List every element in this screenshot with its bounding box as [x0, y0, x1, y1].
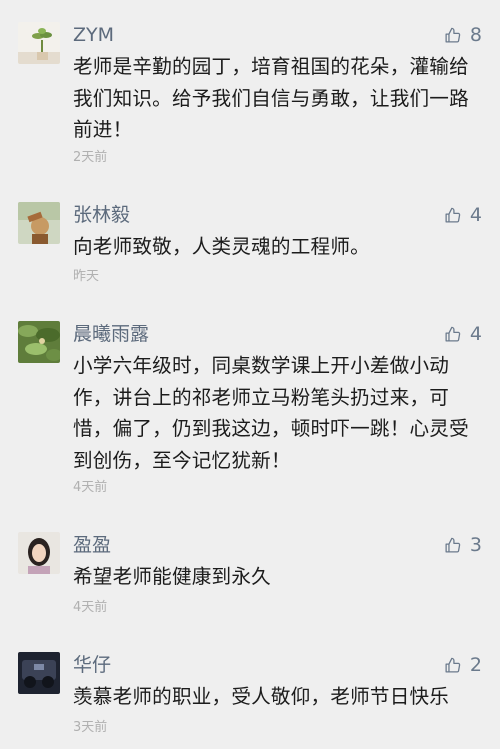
like-button[interactable]: 2	[444, 652, 482, 678]
like-count: 4	[469, 204, 482, 226]
thumbs-up-icon	[445, 537, 461, 553]
comment-text: 老师是辛勤的园丁，培育祖国的花朵，灌输给我们知识。给予我们自信与勇敢，让我们一路…	[73, 55, 469, 141]
avatar[interactable]	[18, 652, 60, 694]
comment-author[interactable]: 盈盈	[73, 532, 111, 558]
avatar[interactable]	[18, 22, 60, 64]
like-button[interactable]: 8	[444, 22, 482, 48]
like-button[interactable]: 4	[444, 321, 482, 347]
comment-text: 小学六年级时，同桌数学课上开小差做小动作，讲台上的祁老师立马粉笔头扔过来，可惜，…	[73, 354, 469, 472]
comment-time: 3天前	[73, 720, 108, 735]
comment-time: 2天前	[73, 150, 108, 165]
comment-text: 向老师致敬，人类灵魂的工程师。	[73, 235, 370, 258]
thumbs-up-icon	[445, 326, 461, 342]
comment-time: 4天前	[73, 480, 108, 495]
thumbs-up-icon	[445, 27, 461, 43]
comment-time: 昨天	[73, 269, 100, 284]
comment-text: 羡慕老师的职业，受人敬仰，老师节日快乐	[73, 685, 450, 708]
avatar[interactable]	[18, 321, 60, 363]
comment-time: 4天前	[73, 600, 108, 615]
like-count: 8	[469, 24, 482, 46]
like-button[interactable]: 4	[444, 202, 482, 228]
avatar[interactable]	[18, 202, 60, 244]
like-count: 4	[469, 323, 482, 345]
comment-text: 希望老师能健康到永久	[73, 565, 271, 588]
like-button[interactable]: 3	[444, 532, 482, 558]
comment-author[interactable]: 华仔	[73, 652, 111, 678]
thumbs-up-icon	[445, 657, 461, 673]
like-count: 3	[469, 534, 482, 556]
avatar[interactable]	[18, 532, 60, 574]
comment-author[interactable]: 张林毅	[73, 202, 130, 228]
comment-author[interactable]: ZYM	[73, 22, 114, 48]
comment-author[interactable]: 晨曦雨露	[73, 321, 149, 347]
like-count: 2	[469, 654, 482, 676]
thumbs-up-icon	[445, 207, 461, 223]
